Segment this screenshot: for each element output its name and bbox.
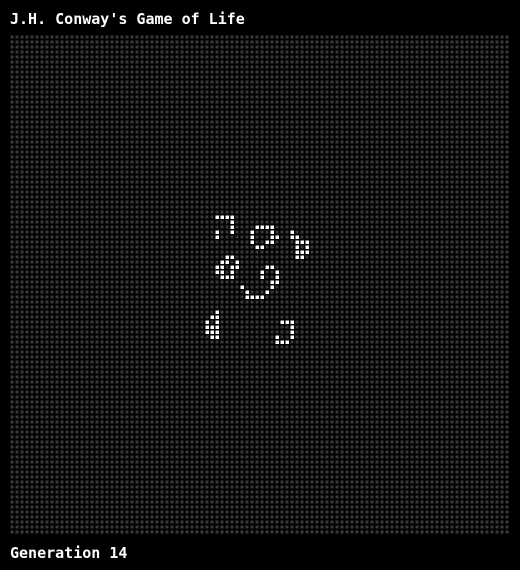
live-cell — [285, 320, 289, 324]
live-cell — [280, 340, 284, 344]
live-cell — [265, 290, 269, 294]
live-cell — [215, 320, 219, 324]
live-cell — [230, 230, 234, 234]
live-cell — [275, 275, 279, 279]
live-cell — [300, 240, 304, 244]
live-cell — [250, 240, 254, 244]
live-cell — [230, 220, 234, 224]
live-cell — [290, 235, 294, 239]
live-cell — [210, 330, 214, 334]
live-cell — [295, 240, 299, 244]
live-cell — [305, 240, 309, 244]
generation-counter: Generation 14 — [10, 544, 128, 562]
live-cell — [225, 260, 229, 264]
app-title: J.H. Conway's Game of Life — [10, 10, 245, 28]
live-cell — [270, 235, 274, 239]
live-cell — [275, 280, 279, 284]
live-cell — [275, 335, 279, 339]
live-cell — [290, 320, 294, 324]
live-cell — [265, 225, 269, 229]
live-cell — [300, 255, 304, 259]
life-board[interactable] — [10, 35, 510, 535]
live-cell — [230, 255, 234, 259]
live-cell — [275, 270, 279, 274]
live-cell — [295, 245, 299, 249]
live-cell — [305, 245, 309, 249]
live-cell — [270, 240, 274, 244]
live-cell — [205, 320, 209, 324]
live-cell — [230, 215, 234, 219]
live-cell — [265, 265, 269, 269]
live-cell — [215, 325, 219, 329]
live-cell — [220, 260, 224, 264]
live-cell — [230, 265, 234, 269]
live-cell — [250, 295, 254, 299]
live-cell — [290, 330, 294, 334]
live-cell — [290, 325, 294, 329]
live-cell — [205, 330, 209, 334]
live-cell — [245, 290, 249, 294]
live-cell — [205, 325, 209, 329]
live-cell — [295, 250, 299, 254]
live-cell — [270, 285, 274, 289]
live-cell — [270, 225, 274, 229]
live-cell — [260, 225, 264, 229]
live-cell — [215, 235, 219, 239]
live-cell — [250, 235, 254, 239]
live-cell — [255, 245, 259, 249]
dead-cells-layer — [10, 35, 510, 535]
live-cell — [210, 315, 214, 319]
live-cell — [215, 315, 219, 319]
live-cell — [290, 335, 294, 339]
live-cell — [270, 280, 274, 284]
live-cell — [215, 270, 219, 274]
live-cell — [220, 275, 224, 279]
live-cell — [305, 250, 309, 254]
live-cell — [255, 225, 259, 229]
live-cell — [215, 330, 219, 334]
live-cell — [285, 340, 289, 344]
live-cell — [215, 215, 219, 219]
life-grid[interactable] — [10, 35, 510, 535]
live-cell — [275, 235, 279, 239]
live-cell — [220, 270, 224, 274]
live-cell — [265, 240, 269, 244]
live-cell — [225, 215, 229, 219]
live-cell — [235, 260, 239, 264]
live-cell — [260, 295, 264, 299]
live-cell — [260, 275, 264, 279]
live-cell — [300, 250, 304, 254]
live-cell — [225, 255, 229, 259]
live-cell — [230, 270, 234, 274]
live-cell — [245, 295, 249, 299]
live-cell — [250, 230, 254, 234]
live-cell — [280, 320, 284, 324]
live-cell — [235, 265, 239, 269]
live-cell — [275, 340, 279, 344]
live-cell — [290, 230, 294, 234]
live-cell — [210, 335, 214, 339]
live-cell — [270, 230, 274, 234]
live-cell — [260, 245, 264, 249]
live-cell — [215, 265, 219, 269]
live-cell — [230, 225, 234, 229]
live-cell — [215, 310, 219, 314]
live-cell — [215, 230, 219, 234]
live-cell — [240, 285, 244, 289]
live-cell — [220, 215, 224, 219]
live-cell — [215, 335, 219, 339]
live-cell — [230, 275, 234, 279]
live-cell — [295, 255, 299, 259]
live-cell — [210, 325, 214, 329]
live-cell — [270, 265, 274, 269]
live-cell — [295, 235, 299, 239]
live-cell — [255, 295, 259, 299]
live-cell — [225, 275, 229, 279]
live-cell — [220, 265, 224, 269]
live-cell — [260, 270, 264, 274]
